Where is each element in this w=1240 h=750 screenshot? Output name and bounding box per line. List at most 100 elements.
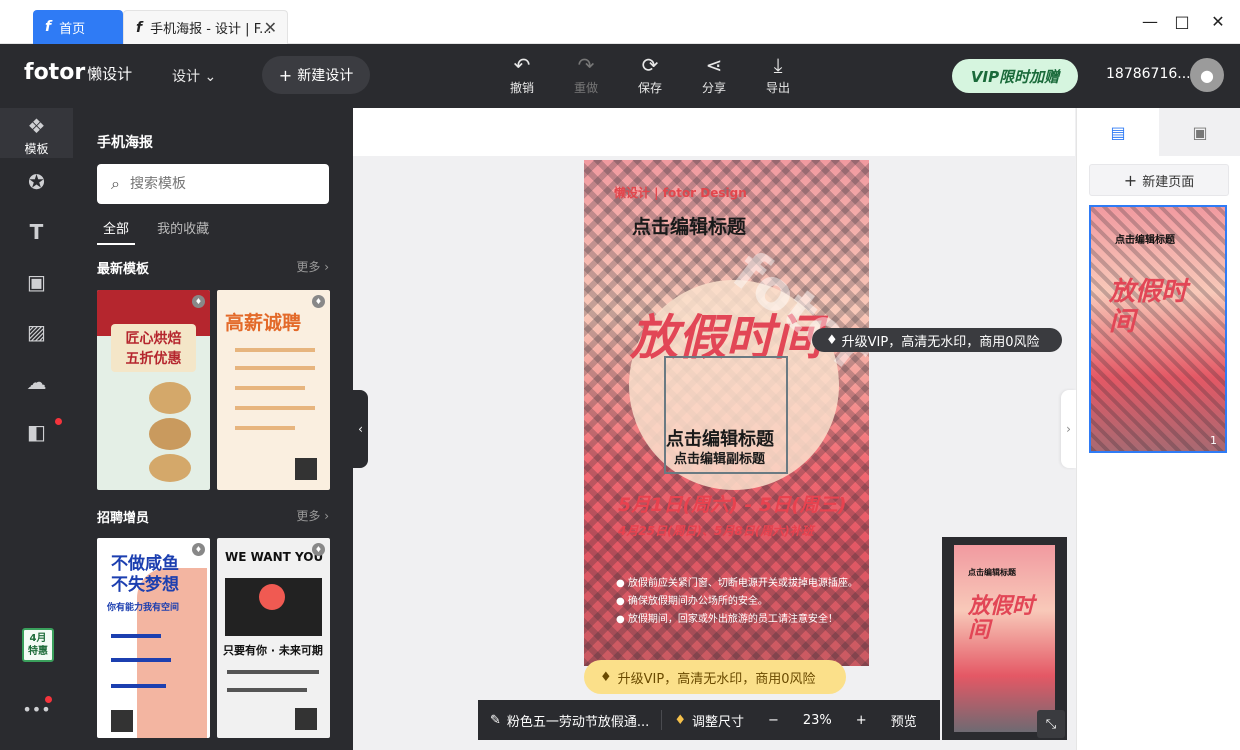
- poster-date-main[interactable]: 5月1日(周六) - 5日(周三): [618, 490, 847, 517]
- template-thumb[interactable]: 高薪诚聘 ♦: [217, 290, 330, 490]
- top-toolbar: fotor 懒设计 设计 ⌄ + 新建设计 ↶ 撤销 ↷ 重做 ⟳ 保存 ⋖ 分享…: [0, 44, 1240, 108]
- image-icon: ▣: [27, 270, 46, 294]
- apps-icon: ◧: [27, 420, 46, 444]
- vip-upgrade-tooltip[interactable]: ♦ 升级VIP，高清无水印，商用0风险: [812, 328, 1062, 352]
- chevron-right-icon: ›: [1066, 422, 1071, 436]
- tab-images[interactable]: ▣: [1159, 108, 1240, 156]
- document-name[interactable]: ✎ 粉色五一劳动节放假通...: [478, 700, 661, 740]
- thumb-line: [235, 366, 315, 370]
- poster-bullet[interactable]: ● 放假前应关紧门窗、切断电源开关或拔掉电源插座。: [616, 574, 858, 589]
- minimap-big-text: 放假时间: [968, 594, 1035, 643]
- share-button[interactable]: ⋖ 分享: [692, 54, 736, 96]
- thumb-line: [227, 670, 319, 674]
- thumb-line: [111, 634, 161, 638]
- redo-icon: ↷: [577, 53, 595, 77]
- thumb-line: [111, 658, 171, 662]
- tab-pages[interactable]: ▤: [1077, 108, 1159, 156]
- thumb-tagline: 你有能力我有空间: [107, 603, 180, 613]
- template-thumb[interactable]: 匠心烘焙 五折优惠 ♦: [97, 290, 210, 490]
- rail-item-templates[interactable]: ❖ 模板: [0, 108, 73, 158]
- zoom-in-button[interactable]: +: [844, 700, 879, 740]
- vip-gem-icon: ♦: [192, 543, 205, 556]
- image-icon: ▣: [1192, 122, 1208, 142]
- expand-right-panel-button[interactable]: ›: [1061, 390, 1076, 468]
- export-button[interactable]: ⤓ 导出: [756, 54, 800, 96]
- poster-bullet[interactable]: ● 确保放假期间办公场所的安全。: [616, 592, 768, 607]
- chevron-down-icon: ⌄: [204, 69, 217, 85]
- undo-button[interactable]: ↶ 撤销: [500, 54, 544, 96]
- panel-tabs: 全部 我的收藏: [97, 218, 227, 245]
- poster-date-sub[interactable]: 4月25日(周日)、5月8日(周六)补班: [618, 522, 814, 539]
- vip-bottom-text: 升级VIP，高清无水印，商用0风险: [617, 671, 816, 687]
- share-icon: ⋖: [705, 53, 723, 77]
- fotor-f-icon: f: [45, 19, 52, 35]
- text-icon: T: [29, 220, 44, 244]
- zoom-out-button[interactable]: −: [756, 700, 791, 740]
- close-tab-icon[interactable]: ✕: [264, 18, 277, 37]
- search-input[interactable]: [129, 176, 310, 192]
- tab-document[interactable]: f 手机海报 - 设计 | F... ✕: [123, 10, 288, 44]
- vip-upgrade-banner[interactable]: ♦ 升级VIP，高清无水印，商用0风险: [584, 660, 846, 694]
- avatar-icon: ●: [1200, 65, 1214, 85]
- minimap-title: 点击编辑标题: [968, 568, 1016, 577]
- collapse-panel-button[interactable]: ‹: [353, 390, 368, 468]
- title-bar: f 首页 f 手机海报 - 设计 | F... ✕ — □ ✕: [0, 0, 1240, 44]
- minimap-preview: 点击编辑标题 放假时间: [954, 545, 1055, 732]
- poster-canvas[interactable]: 懒设计 | fotor Design 点击编辑标题 放假时间 点击编辑标题 点击…: [584, 160, 869, 666]
- template-thumb[interactable]: 不做咸鱼 不失梦想 你有能力我有空间 ♦: [97, 538, 210, 738]
- tab-all[interactable]: 全部: [97, 218, 136, 245]
- new-page-label: 新建页面: [1142, 174, 1195, 190]
- page-thumbnail[interactable]: 点击编辑标题 放假时间 1: [1089, 205, 1227, 453]
- search-icon: ⌕: [111, 174, 120, 193]
- design-menu[interactable]: 设计 ⌄: [172, 66, 216, 86]
- vip-tip-text: 升级VIP，高清无水印，商用0风险: [841, 334, 1040, 350]
- tab-favorites[interactable]: 我的收藏: [157, 218, 209, 243]
- avatar[interactable]: ●: [1190, 58, 1224, 92]
- tab-home[interactable]: f 首页: [33, 10, 123, 44]
- rail-item-backgrounds[interactable]: ▨: [0, 320, 73, 344]
- poster-subtitle[interactable]: 点击编辑副标题: [674, 448, 765, 467]
- poster-title[interactable]: 点击编辑标题: [632, 212, 746, 239]
- fotor-f-icon: f: [136, 19, 143, 36]
- user-id[interactable]: 18786716...: [1106, 66, 1191, 82]
- save-button[interactable]: ⟳ 保存: [628, 54, 672, 96]
- pastry-image: [149, 382, 191, 414]
- rail-item-uploads[interactable]: ☁: [0, 370, 73, 394]
- template-thumb[interactable]: WE WANT YOU 只要有你 · 未来可期 ♦: [217, 538, 330, 738]
- close-window-button[interactable]: ✕: [1208, 12, 1228, 31]
- texture-icon: ▨: [27, 320, 46, 344]
- promo-calendar-badge[interactable]: 4月 特惠: [22, 628, 54, 662]
- save-label: 保存: [637, 81, 662, 95]
- minimize-button[interactable]: —: [1140, 12, 1160, 31]
- poster-bullet[interactable]: ● 放假期间，回家或外出旅游的员工请注意安全！: [616, 610, 838, 625]
- rail-item-text[interactable]: T: [0, 220, 73, 244]
- logo-text: fotor: [24, 60, 86, 85]
- zoom-level: 23%: [802, 712, 832, 728]
- search-box[interactable]: ⌕: [97, 164, 329, 204]
- thumb-subtitle: 只要有你 · 未来可期: [223, 644, 323, 657]
- expand-minimap-button[interactable]: ⤡: [1037, 710, 1065, 738]
- layers-icon: ❖: [27, 114, 46, 138]
- new-design-button[interactable]: + 新建设计: [262, 56, 370, 94]
- pastry-image: [149, 418, 191, 450]
- rail-item-apps[interactable]: ◧: [0, 420, 73, 444]
- save-icon: ⟳: [641, 53, 659, 77]
- more-link[interactable]: 更多 ›: [296, 258, 329, 275]
- preview-button[interactable]: 预览: [879, 700, 929, 740]
- qr-code: [111, 710, 133, 732]
- redo-button[interactable]: ↷ 重做: [564, 54, 608, 96]
- rail-item-images[interactable]: ▣: [0, 270, 73, 294]
- calendar-month: 4月: [29, 633, 47, 644]
- new-page-button[interactable]: + 新建页面: [1089, 164, 1229, 196]
- fotor-logo[interactable]: fotor 懒设计: [24, 60, 132, 85]
- rail-item-elements[interactable]: ✪: [0, 170, 73, 194]
- pages-panel: ▤ ▣ + 新建页面 点击编辑标题 放假时间 1: [1076, 108, 1240, 750]
- resize-button[interactable]: ♦ 调整尺寸: [662, 700, 756, 740]
- more-link[interactable]: 更多 ›: [296, 507, 329, 524]
- notification-dot: [55, 418, 62, 425]
- more-button[interactable]: •••: [0, 700, 73, 719]
- thumb-circle: [259, 584, 285, 610]
- vip-promo-button[interactable]: VIP限时加赠: [952, 59, 1078, 93]
- plus-icon: +: [1123, 170, 1138, 190]
- maximize-button[interactable]: □: [1172, 12, 1192, 31]
